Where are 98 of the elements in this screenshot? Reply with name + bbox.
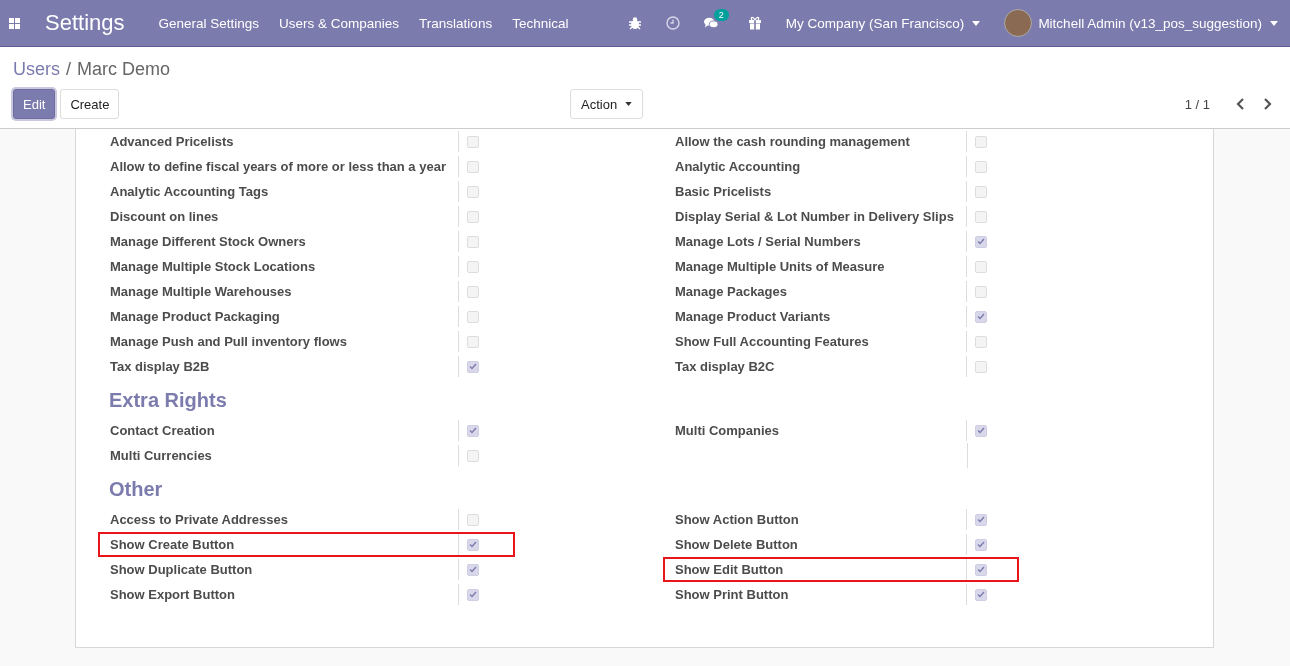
caret-icon [1270, 20, 1278, 26]
chat-bubbles-icon[interactable] [703, 16, 718, 30]
check-icon [469, 363, 478, 370]
checkbox[interactable] [975, 424, 988, 437]
breadcrumb-separator: / [66, 59, 72, 80]
gift-icon[interactable] [747, 16, 762, 30]
checkbox[interactable] [975, 513, 988, 526]
field-label: Tax display B2C [675, 359, 776, 374]
section-heading: Extra Rights [109, 389, 228, 412]
menu-item[interactable]: Translations [419, 15, 493, 31]
check-icon [977, 566, 986, 573]
checkbox[interactable] [467, 563, 480, 576]
field-label: Show Edit Button [675, 562, 785, 577]
check-icon [469, 541, 478, 548]
check-icon [469, 427, 478, 434]
field-label: Tax display B2B [110, 359, 211, 374]
field-label: Analytic Accounting Tags [110, 184, 270, 199]
clock-icon[interactable] [665, 16, 680, 30]
pager-value: 1 / 1 [1184, 96, 1210, 112]
checkbox[interactable] [467, 513, 480, 526]
field-label: Manage Product Packaging [110, 309, 281, 324]
checkbox[interactable] [467, 260, 480, 273]
menu-item[interactable]: Users & Companies [279, 15, 400, 31]
check-icon [977, 313, 986, 320]
edit-button[interactable]: Edit [13, 89, 56, 119]
field-label: Allow the cash rounding management [675, 134, 911, 149]
message-count-badge: 2 [713, 9, 729, 21]
checkbox[interactable] [975, 285, 988, 298]
breadcrumb-link[interactable]: Users [13, 59, 60, 80]
checkbox[interactable] [975, 260, 988, 273]
field-label: Manage Push and Pull inventory flows [110, 334, 348, 349]
apps-grid-icon[interactable] [9, 17, 20, 29]
field-label: Manage Packages [675, 284, 788, 299]
field-label: Show Create Button [110, 537, 236, 552]
app-title: Settings [45, 10, 125, 36]
field-label: Advanced Pricelists [110, 134, 235, 149]
checkbox[interactable] [467, 135, 480, 148]
checkbox[interactable] [975, 235, 988, 248]
create-button[interactable]: Create [60, 89, 120, 119]
checkbox[interactable] [467, 335, 480, 348]
check-icon [977, 591, 986, 598]
checkbox[interactable] [975, 538, 988, 551]
field-label: Show Full Accounting Features [675, 334, 870, 349]
field-label: Show Duplicate Button [110, 562, 254, 577]
breadcrumb-current: Marc Demo [77, 59, 171, 80]
checkbox[interactable] [975, 135, 988, 148]
checkbox[interactable] [467, 449, 480, 462]
checkbox[interactable] [975, 160, 988, 173]
field-label: Multi Companies [675, 423, 780, 438]
checkbox[interactable] [467, 360, 480, 373]
section-heading: Other [109, 478, 164, 501]
checkbox[interactable] [467, 160, 480, 173]
checkbox[interactable] [975, 185, 988, 198]
menu-item[interactable]: Technical [512, 15, 569, 31]
avatar-circle [1004, 9, 1033, 37]
field-label: Basic Pricelists [675, 184, 773, 199]
field-label: Allow to define fiscal years of more or less than a year [110, 159, 447, 174]
field-label: Manage Lots / Serial Numbers [675, 234, 862, 249]
field-label: Manage Multiple Stock Locations [110, 259, 317, 274]
check-icon [977, 541, 986, 548]
field-label: Contact Creation [110, 423, 216, 438]
checkbox[interactable] [975, 563, 988, 576]
check-icon [977, 516, 986, 523]
checkbox[interactable] [467, 588, 480, 601]
checkbox[interactable] [467, 185, 480, 198]
menu-item[interactable]: General Settings [158, 15, 260, 31]
field-label: Display Serial & Lot Number in Delivery Slips [675, 209, 955, 224]
checkbox[interactable] [467, 424, 480, 437]
checkbox[interactable] [975, 588, 988, 601]
field-label: Discount on lines [110, 209, 220, 224]
field-label: Show Print Button [675, 587, 790, 602]
caret-icon [972, 20, 981, 26]
field-label: Show Delete Button [675, 537, 799, 552]
field-label: Manage Multiple Units of Measure [675, 259, 886, 274]
field-label: Analytic Accounting [675, 159, 802, 174]
checkbox[interactable] [467, 310, 480, 323]
checkbox[interactable] [467, 210, 480, 223]
field-label: Manage Multiple Warehouses [110, 284, 293, 299]
field-label: Manage Product Variants [675, 309, 832, 324]
check-icon [977, 427, 986, 434]
checkbox[interactable] [975, 360, 988, 373]
field-label: Show Export Button [110, 587, 236, 602]
field-label: Manage Different Stock Owners [110, 234, 307, 249]
action-dropdown[interactable]: Action [570, 89, 644, 119]
checkbox[interactable] [467, 285, 480, 298]
check-icon [469, 591, 478, 598]
checkbox[interactable] [467, 538, 480, 551]
check-icon [469, 566, 478, 573]
field-label: Show Action Button [675, 512, 800, 527]
checkbox[interactable] [975, 335, 988, 348]
bug-icon[interactable] [627, 16, 642, 30]
field-label: Access to Private Addresses [110, 512, 289, 527]
caret-icon [625, 102, 633, 106]
checkbox[interactable] [467, 235, 480, 248]
checkbox[interactable] [975, 310, 988, 323]
checkbox[interactable] [975, 210, 988, 223]
field-label: Multi Currencies [110, 448, 213, 463]
check-icon [977, 238, 986, 245]
